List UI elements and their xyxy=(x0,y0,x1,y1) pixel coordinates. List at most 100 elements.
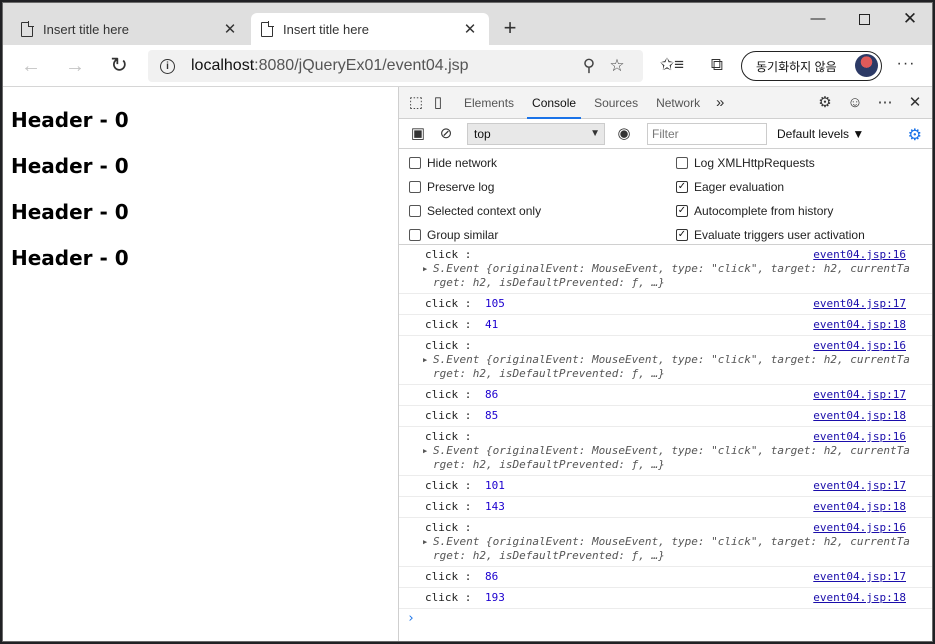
context-select[interactable]: top xyxy=(467,122,605,145)
feedback-icon[interactable]: ☺ xyxy=(844,92,866,114)
maximize-icon xyxy=(858,13,870,25)
devtools-tabbar: ⬚ ▯ Elements Console Sources Network » ⚙… xyxy=(399,87,932,119)
address-bar[interactable]: i localhost:8080/jQueryEx01/event04.jsp … xyxy=(148,50,643,82)
source-link[interactable]: event04.jsp:17 xyxy=(813,388,906,401)
source-link[interactable]: event04.jsp:18 xyxy=(813,591,906,604)
eye-icon[interactable]: ◉ xyxy=(613,123,635,145)
info-icon[interactable]: i xyxy=(160,58,175,74)
option-user-activation[interactable]: ✓ Evaluate triggers user activation xyxy=(676,223,865,247)
close-icon[interactable]: ✕ xyxy=(904,92,926,114)
inspect-icon[interactable]: ⬚ xyxy=(405,92,427,114)
more-icon[interactable]: ··· xyxy=(893,55,919,77)
option-selected-context[interactable]: Selected context only xyxy=(409,199,541,223)
source-link[interactable]: event04.jsp:16 xyxy=(813,339,906,352)
header-heading[interactable]: Header - 0 xyxy=(11,197,398,243)
avatar xyxy=(855,54,878,77)
tab-console[interactable]: Console xyxy=(523,87,585,119)
page-content: Header - 0 Header - 0 Header - 0 Header … xyxy=(3,87,398,641)
filter-input[interactable] xyxy=(647,122,767,145)
checkbox[interactable] xyxy=(409,157,421,169)
event-object-expander[interactable]: S.Event {originalEvent: MouseEvent, type… xyxy=(423,535,910,549)
device-toggle-icon[interactable]: ▯ xyxy=(427,92,449,114)
event-object-text: rget: h2, isDefaultPrevented: ƒ, …} xyxy=(433,276,665,289)
checkbox[interactable] xyxy=(409,229,421,241)
option-label: Preserve log xyxy=(427,180,495,194)
option-log-xhr[interactable]: Log XMLHttpRequests xyxy=(676,151,815,175)
source-link[interactable]: event04.jsp:17 xyxy=(813,570,906,583)
source-link[interactable]: event04.jsp:16 xyxy=(813,430,906,443)
console-log-row: click :S.Event {originalEvent: MouseEven… xyxy=(399,427,932,476)
clear-console-icon[interactable]: ⊘ xyxy=(435,123,457,145)
url-text[interactable]: localhost:8080/jQueryEx01/event04.jsp xyxy=(191,57,575,75)
log-text: click : xyxy=(425,570,478,583)
header-heading[interactable]: Header - 0 xyxy=(11,105,398,151)
window-close-button[interactable]: ✕ xyxy=(887,3,932,37)
more-icon[interactable]: ⋯ xyxy=(874,92,896,114)
reload-button[interactable]: ↻ xyxy=(105,53,133,79)
log-value: 101 xyxy=(484,479,505,492)
levels-dropdown[interactable]: Default levels ▼ xyxy=(777,127,864,141)
option-group-similar[interactable]: Group similar xyxy=(409,223,498,247)
collections-icon[interactable]: ⧉ xyxy=(704,55,730,77)
address-toolbar: ← → ↻ i localhost:8080/jQueryEx01/event0… xyxy=(3,45,932,87)
event-object-text: rget: h2, isDefaultPrevented: ƒ, …} xyxy=(433,549,665,562)
tab-1[interactable]: Insert title here ✕ xyxy=(11,13,249,45)
source-link[interactable]: event04.jsp:17 xyxy=(813,297,906,310)
zoom-icon[interactable]: ⚲ xyxy=(575,56,603,76)
close-icon[interactable]: ✕ xyxy=(461,20,479,38)
log-value: 193 xyxy=(484,591,505,604)
console-log-list: click :S.Event {originalEvent: MouseEven… xyxy=(399,245,932,626)
new-tab-button[interactable]: + xyxy=(497,15,523,41)
header-heading[interactable]: Header - 0 xyxy=(11,243,398,289)
console-log-row: click : 86 event04.jsp:17 xyxy=(399,385,932,406)
event-object-expander[interactable]: S.Event {originalEvent: MouseEvent, type… xyxy=(423,353,910,367)
log-text: click : xyxy=(425,521,472,534)
forward-button[interactable]: → xyxy=(61,53,89,79)
source-link[interactable]: event04.jsp:18 xyxy=(813,318,906,331)
checkbox[interactable] xyxy=(409,205,421,217)
minimize-button[interactable]: — xyxy=(795,3,841,37)
sidebar-toggle-icon[interactable]: ▣ xyxy=(407,123,429,145)
checkbox-checked[interactable]: ✓ xyxy=(676,205,688,217)
favorite-star-icon[interactable]: ☆ xyxy=(603,56,631,76)
source-link[interactable]: event04.jsp:16 xyxy=(813,521,906,534)
console-prompt[interactable]: › xyxy=(399,609,932,626)
favorites-icon[interactable]: ✩≡ xyxy=(659,55,685,77)
devtools-actions: ⚙ ☺ ⋯ ✕ xyxy=(814,92,926,114)
console-settings-icon[interactable]: ⚙ xyxy=(908,125,922,145)
close-icon[interactable]: ✕ xyxy=(221,20,239,38)
option-label: Autocomplete from history xyxy=(694,204,834,218)
option-preserve-log[interactable]: Preserve log xyxy=(409,175,494,199)
log-value: 86 xyxy=(484,388,499,401)
option-autocomplete[interactable]: ✓ Autocomplete from history xyxy=(676,199,833,223)
tab-2[interactable]: Insert title here ✕ xyxy=(251,13,489,45)
log-text: click : xyxy=(425,318,478,331)
tab-network[interactable]: Network xyxy=(647,87,709,119)
maximize-button[interactable] xyxy=(841,3,887,37)
log-value: 85 xyxy=(484,409,499,422)
checkbox-checked[interactable]: ✓ xyxy=(676,181,688,193)
source-link[interactable]: event04.jsp:18 xyxy=(813,409,906,422)
option-hide-network[interactable]: Hide network xyxy=(409,151,497,175)
tab-title: Insert title here xyxy=(43,21,129,37)
more-tabs-icon[interactable]: » xyxy=(709,92,731,114)
event-object-expander[interactable]: S.Event {originalEvent: MouseEvent, type… xyxy=(423,262,910,276)
tab-sources[interactable]: Sources xyxy=(585,87,647,119)
gear-icon[interactable]: ⚙ xyxy=(814,92,836,114)
source-link[interactable]: event04.jsp:18 xyxy=(813,500,906,513)
browser-window: Insert title here ✕ Insert title here ✕ … xyxy=(2,2,933,642)
source-link[interactable]: event04.jsp:17 xyxy=(813,479,906,492)
source-link[interactable]: event04.jsp:16 xyxy=(813,248,906,261)
back-button[interactable]: ← xyxy=(17,53,45,79)
option-eager-eval[interactable]: ✓ Eager evaluation xyxy=(676,175,784,199)
tab-elements[interactable]: Elements xyxy=(455,87,523,119)
profile-sync-button[interactable]: 동기화하지 않음 xyxy=(741,51,882,81)
checkbox-checked[interactable]: ✓ xyxy=(676,229,688,241)
checkbox[interactable] xyxy=(676,157,688,169)
header-heading[interactable]: Header - 0 xyxy=(11,151,398,197)
option-label: Log XMLHttpRequests xyxy=(694,156,815,170)
log-text: click : xyxy=(425,297,478,310)
url-path: :8080/jQueryEx01/event04.jsp xyxy=(254,57,469,74)
checkbox[interactable] xyxy=(409,181,421,193)
event-object-expander[interactable]: S.Event {originalEvent: MouseEvent, type… xyxy=(423,444,910,458)
